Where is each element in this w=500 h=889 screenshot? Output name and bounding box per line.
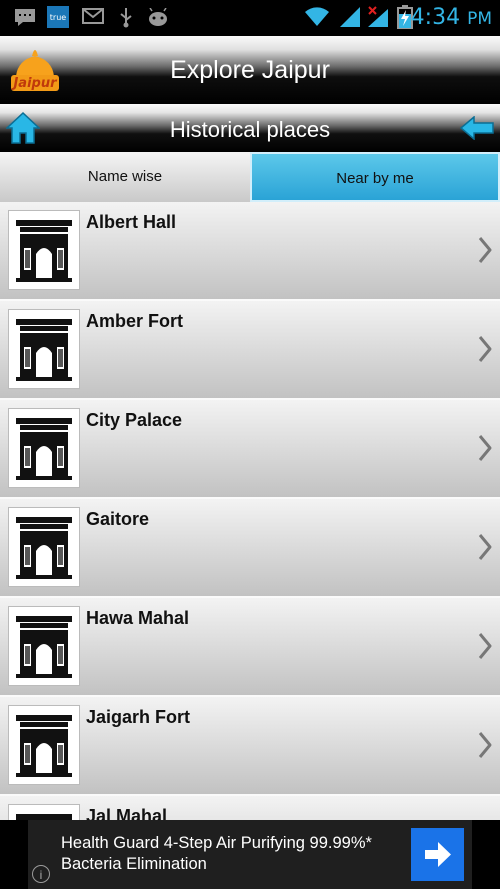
message-icon: [14, 8, 36, 31]
signal-nodata-icon: [366, 6, 390, 33]
carrier-badge-icon: true: [47, 6, 69, 33]
ad-container[interactable]: Health Guard 4-Step Air Purifying 99.99%…: [28, 820, 472, 889]
place-name: Albert Hall: [86, 212, 177, 232]
monument-thumbnail: [8, 705, 80, 785]
list-item[interactable]: Jaigarh Fort: [0, 697, 500, 796]
list-item[interactable]: Jal Mahal: [0, 796, 500, 820]
tab-name-wise[interactable]: Name wise: [0, 152, 250, 202]
section-title: Historical places: [169, 117, 331, 142]
monument-thumbnail: [8, 210, 80, 290]
list-item[interactable]: Gaitore: [0, 499, 500, 598]
status-bar: true 4:34 PM: [0, 0, 500, 36]
info-icon[interactable]: i: [32, 865, 50, 883]
list-item[interactable]: City Palace: [0, 400, 500, 499]
arrow-right-icon[interactable]: [411, 828, 464, 881]
list-item[interactable]: Albert Hall: [0, 202, 500, 301]
list-item[interactable]: Hawa Mahal: [0, 598, 500, 697]
usb-icon: [118, 6, 134, 33]
app-bar: Jaipur Explore Jaipur: [0, 36, 500, 104]
android-debug-icon: [147, 7, 169, 31]
place-name: Hawa Mahal: [86, 608, 190, 628]
chevron-right-icon: [478, 236, 492, 264]
place-name: Amber Fort: [86, 311, 184, 331]
gmail-icon: [82, 8, 104, 29]
section-header: Historical places: [0, 104, 500, 152]
back-arrow-icon[interactable]: [459, 115, 494, 141]
chevron-right-icon: [478, 533, 492, 561]
monument-thumbnail: [8, 309, 80, 389]
svg-text:true: true: [50, 13, 66, 22]
chevron-right-icon: [478, 731, 492, 759]
monument-thumbnail: [8, 606, 80, 686]
clock: 4:34 PM: [410, 5, 492, 30]
places-list[interactable]: Albert Hall Amber Fort City Palace Gaitore H…: [0, 202, 500, 820]
place-name: City Palace: [86, 410, 183, 430]
list-item[interactable]: Amber Fort: [0, 301, 500, 400]
app-title: Explore Jaipur: [170, 56, 330, 84]
monument-thumbnail: [8, 507, 80, 587]
monument-thumbnail: [8, 804, 80, 820]
wifi-icon: [304, 6, 330, 33]
chevron-right-icon: [478, 632, 492, 660]
chevron-right-icon: [478, 434, 492, 462]
place-name: Jaigarh Fort: [86, 707, 191, 727]
chevron-right-icon: [478, 335, 492, 363]
ad-text[interactable]: Health Guard 4-Step Air Purifying 99.99%…: [61, 833, 401, 875]
signal-icon: [338, 6, 362, 33]
place-name: Jal Mahal: [86, 806, 168, 820]
ad-banner[interactable]: Health Guard 4-Step Air Purifying 99.99%…: [0, 820, 500, 889]
tab-near-by-me[interactable]: Near by me: [250, 152, 500, 202]
tab-bar: Name wise Near by me: [0, 152, 500, 202]
monument-thumbnail: [8, 408, 80, 488]
place-name: Gaitore: [86, 509, 150, 529]
